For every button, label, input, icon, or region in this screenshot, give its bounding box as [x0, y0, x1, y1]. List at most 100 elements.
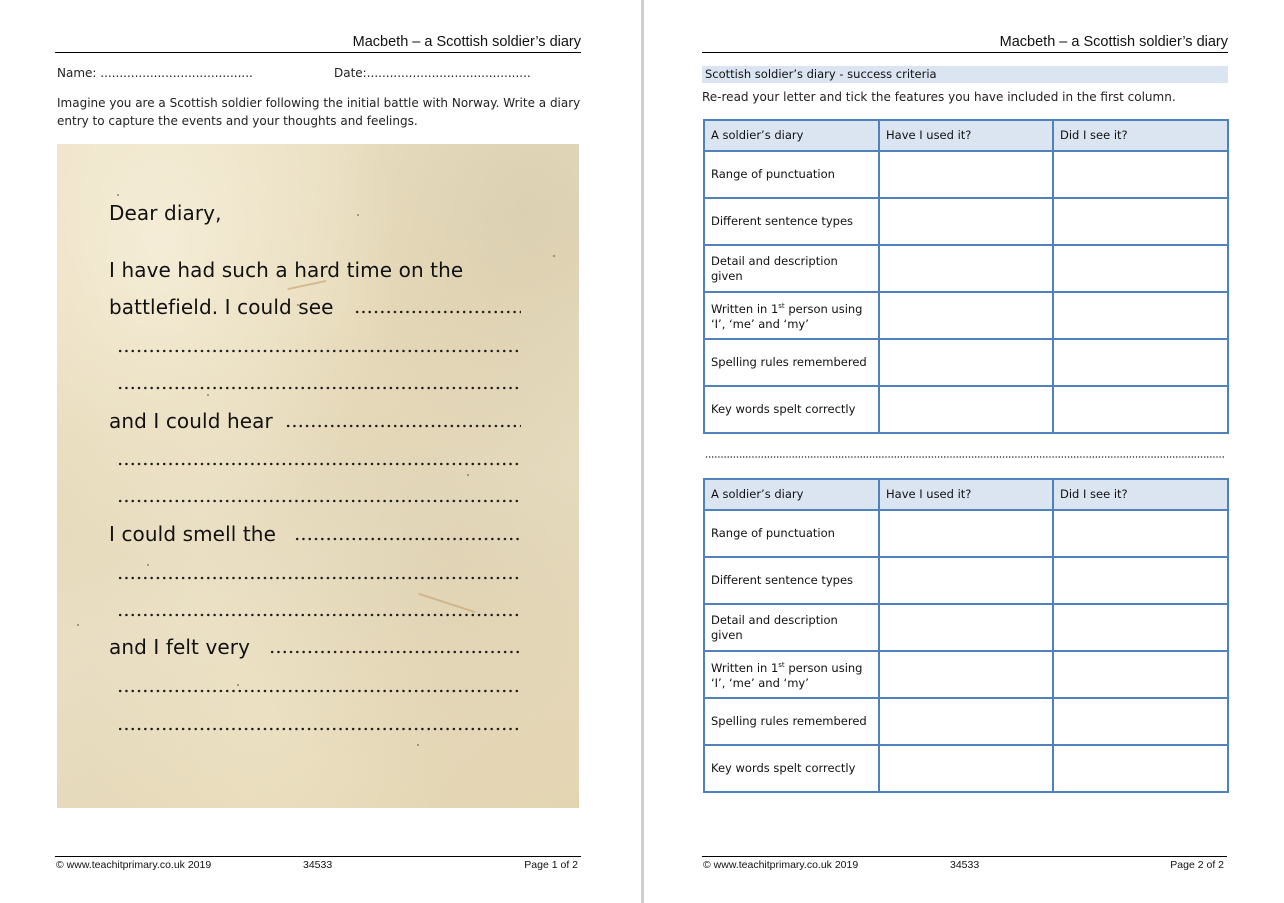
page-1: Macbeth – a Scottish soldier’s diary Nam… — [0, 0, 641, 903]
used-tick-cell[interactable] — [878, 338, 1054, 387]
page-header-title: Macbeth – a Scottish soldier’s diary — [55, 33, 581, 53]
diary-line-2: battlefield. I could see — [109, 295, 521, 319]
table-row: Spelling rules remembered — [703, 697, 1229, 746]
header-criteria: A soldier’s diary — [703, 478, 880, 511]
intro-instructions: Imagine you are a Scottish soldier follo… — [57, 96, 581, 128]
table-row: Range of punctuation — [703, 509, 1229, 558]
seen-tick-cell[interactable] — [1052, 338, 1229, 387]
write-line-hear[interactable] — [285, 424, 521, 428]
used-tick-cell[interactable] — [878, 385, 1054, 434]
seen-tick-cell[interactable] — [1052, 385, 1229, 434]
used-tick-cell[interactable] — [878, 197, 1054, 246]
header-seen: Did I see it? — [1052, 119, 1229, 152]
criteria-label: Different sentence types — [703, 197, 880, 246]
write-line[interactable] — [117, 349, 521, 353]
criteria-label: Key words spelt correctly — [703, 744, 880, 793]
criteria-text: Written in 1 — [711, 302, 779, 316]
instruction-text: Re-read your letter and tick the feature… — [702, 90, 1176, 104]
table-row: Range of punctuation — [703, 150, 1229, 199]
seen-tick-cell[interactable] — [1052, 509, 1229, 558]
diary-greeting: Dear diary, — [109, 201, 222, 225]
diary-prompt-felt: and I felt very — [109, 635, 251, 659]
diary-line-felt: and I felt very — [109, 635, 521, 659]
page-header-title: Macbeth – a Scottish soldier’s diary — [702, 33, 1228, 53]
cut-line — [705, 456, 1225, 458]
seen-tick-cell[interactable] — [1052, 244, 1229, 293]
table-row: Written in 1st person using ‘I’, ‘me’ an… — [703, 291, 1229, 340]
section-title: Scottish soldier’s diary - success crite… — [702, 66, 1228, 83]
table-row: Detail and description given — [703, 603, 1229, 652]
criteria-label: Written in 1st person using ‘I’, ‘me’ an… — [703, 291, 880, 340]
write-line[interactable] — [117, 727, 521, 731]
write-line-see[interactable] — [354, 310, 521, 314]
write-line-smell[interactable] — [294, 537, 521, 541]
table-header-row: A soldier’s diary Have I used it? Did I … — [703, 119, 1229, 152]
seen-tick-cell[interactable] — [1052, 150, 1229, 199]
write-line[interactable] — [117, 462, 521, 466]
header-criteria: A soldier’s diary — [703, 119, 880, 152]
name-field[interactable]: Name: ..................................… — [57, 66, 253, 80]
table-row: Different sentence types — [703, 556, 1229, 605]
table-header-row: A soldier’s diary Have I used it? Did I … — [703, 478, 1229, 511]
used-tick-cell[interactable] — [878, 509, 1054, 558]
write-line[interactable] — [117, 689, 521, 693]
criteria-label: Written in 1st person using ‘I’, ‘me’ an… — [703, 650, 880, 699]
seen-tick-cell[interactable] — [1052, 197, 1229, 246]
used-tick-cell[interactable] — [878, 603, 1054, 652]
success-criteria-table-2: A soldier’s diary Have I used it? Did I … — [703, 478, 1229, 793]
seen-tick-cell[interactable] — [1052, 603, 1229, 652]
diary-line-1: I have had such a hard time on the — [109, 258, 464, 282]
footer-page-number: Page 2 of 2 — [1170, 859, 1224, 871]
write-line[interactable] — [117, 499, 521, 503]
diary-prompt-smell: I could smell the — [109, 522, 276, 546]
criteria-text: Written in 1 — [711, 661, 779, 675]
write-line[interactable] — [117, 613, 521, 617]
table-row: Detail and description given — [703, 244, 1229, 293]
page-footer: © www.teachitprimary.co.uk 2019 34533 Pa… — [55, 856, 581, 873]
footer-resource-code: 34533 — [303, 859, 333, 871]
footer-copyright: © www.teachitprimary.co.uk 2019 — [703, 859, 859, 871]
diary-prompt-see: battlefield. I could see — [109, 295, 334, 319]
seen-tick-cell[interactable] — [1052, 556, 1229, 605]
write-line[interactable] — [117, 576, 521, 580]
used-tick-cell[interactable] — [878, 291, 1054, 340]
table-row: Spelling rules remembered — [703, 338, 1229, 387]
table-row: Key words spelt correctly — [703, 744, 1229, 793]
page-divider — [641, 0, 644, 903]
used-tick-cell[interactable] — [878, 556, 1054, 605]
date-field[interactable]: Date:...................................… — [334, 66, 531, 80]
used-tick-cell[interactable] — [878, 150, 1054, 199]
header-used: Have I used it? — [878, 119, 1054, 152]
criteria-label: Spelling rules remembered — [703, 338, 880, 387]
header-seen: Did I see it? — [1052, 478, 1229, 511]
diary-parchment: Dear diary, I have had such a hard time … — [57, 144, 579, 808]
footer-resource-code: 34533 — [950, 859, 980, 871]
diary-prompt-hear: and I could hear — [109, 409, 273, 433]
seen-tick-cell[interactable] — [1052, 291, 1229, 340]
table-row: Written in 1st person using ‘I’, ‘me’ an… — [703, 650, 1229, 699]
footer-page-number: Page 1 of 2 — [524, 859, 578, 871]
criteria-label: Different sentence types — [703, 556, 880, 605]
page-footer: © www.teachitprimary.co.uk 2019 34533 Pa… — [702, 856, 1227, 873]
page-2: Macbeth – a Scottish soldier’s diary Sco… — [645, 0, 1284, 903]
write-line[interactable] — [117, 386, 521, 390]
used-tick-cell[interactable] — [878, 744, 1054, 793]
name-date-row: Name: ..................................… — [57, 66, 581, 80]
criteria-label: Detail and description given — [703, 603, 880, 652]
seen-tick-cell[interactable] — [1052, 744, 1229, 793]
footer-copyright: © www.teachitprimary.co.uk 2019 — [56, 859, 212, 871]
used-tick-cell[interactable] — [878, 697, 1054, 746]
criteria-label: Spelling rules remembered — [703, 697, 880, 746]
used-tick-cell[interactable] — [878, 650, 1054, 699]
diary-line-hear: and I could hear — [109, 409, 521, 433]
seen-tick-cell[interactable] — [1052, 650, 1229, 699]
table-row: Key words spelt correctly — [703, 385, 1229, 434]
criteria-label: Key words spelt correctly — [703, 385, 880, 434]
criteria-label: Detail and description given — [703, 244, 880, 293]
diary-line-smell: I could smell the — [109, 522, 521, 546]
used-tick-cell[interactable] — [878, 244, 1054, 293]
criteria-label: Range of punctuation — [703, 150, 880, 199]
header-used: Have I used it? — [878, 478, 1054, 511]
write-line-felt[interactable] — [268, 650, 521, 654]
seen-tick-cell[interactable] — [1052, 697, 1229, 746]
